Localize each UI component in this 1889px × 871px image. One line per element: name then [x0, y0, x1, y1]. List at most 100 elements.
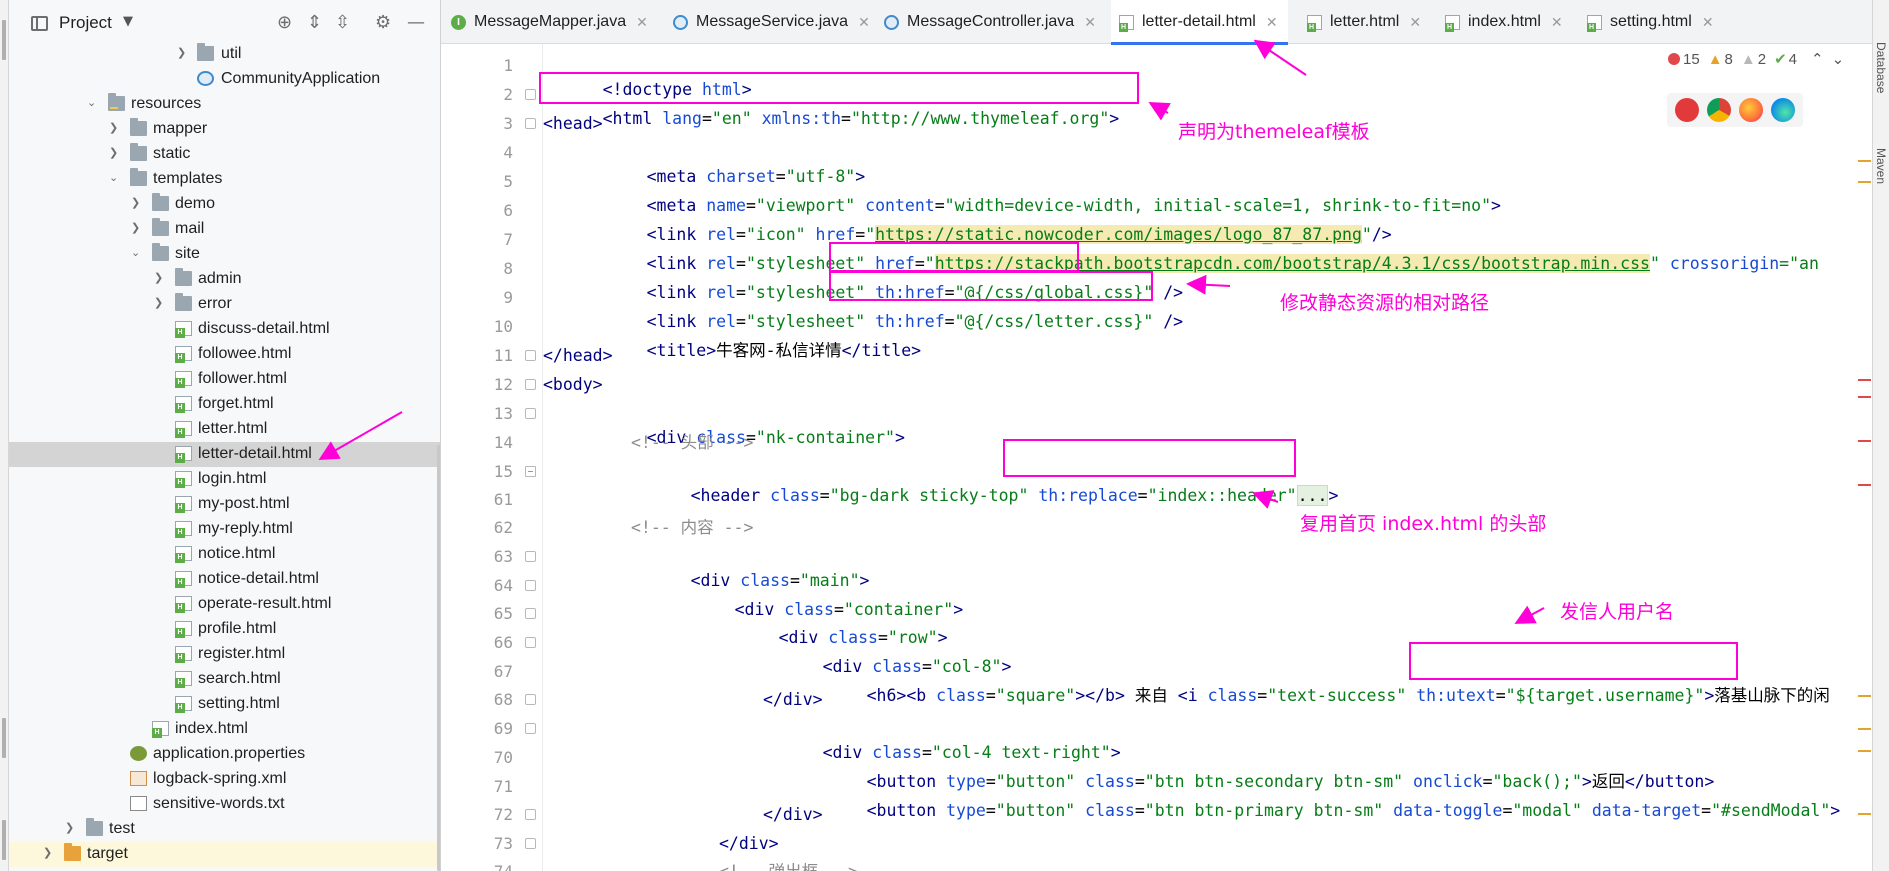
chevron-right-icon[interactable]: ❯: [109, 146, 121, 160]
warning-count[interactable]: ▲ 8: [1708, 51, 1733, 68]
chevron-down-icon[interactable]: ⌄: [131, 246, 143, 260]
firefox-icon[interactable]: [1739, 98, 1763, 122]
warning-mark[interactable]: [1858, 750, 1871, 752]
tab-letter-html[interactable]: letter.html ✕: [1307, 0, 1421, 44]
tree-item-target[interactable]: ❯ target: [9, 842, 440, 867]
warning-mark[interactable]: [1858, 181, 1871, 183]
tree-item-followee[interactable]: followee.html: [9, 342, 440, 367]
tab-messagemapper-java[interactable]: I MessageMapper.java ✕: [451, 0, 648, 44]
chevron-right-icon[interactable]: ❯: [177, 46, 189, 60]
tree-item-operate-result[interactable]: operate-result.html: [9, 592, 440, 617]
tree-item-admin[interactable]: ❯ admin: [9, 267, 440, 292]
fold-marker-icon[interactable]: [525, 350, 536, 361]
chevron-right-icon[interactable]: ❯: [154, 271, 166, 285]
tree-item-resources[interactable]: ⌄ resources: [9, 92, 440, 117]
tab-messagecontroller-java[interactable]: MessageController.java ✕: [884, 0, 1096, 44]
close-icon[interactable]: ✕: [636, 14, 648, 31]
tab-setting-html[interactable]: setting.html ✕: [1587, 0, 1714, 44]
tree-item-error[interactable]: ❯ error: [9, 292, 440, 317]
error-mark[interactable]: [1858, 484, 1871, 486]
tab-index-html[interactable]: index.html ✕: [1445, 0, 1563, 44]
tree-item-notice-detail[interactable]: notice-detail.html: [9, 567, 440, 592]
tree-item-static[interactable]: ❯ static: [9, 142, 440, 167]
weak-warning-count[interactable]: ▲ 2: [1741, 51, 1766, 68]
error-mark[interactable]: [1858, 379, 1871, 381]
bookmarks-tool-icon[interactable]: [2, 718, 6, 758]
minimize-icon[interactable]: —: [407, 12, 425, 33]
tree-item-communityapplication[interactable]: CommunityApplication: [9, 67, 440, 92]
error-mark[interactable]: [1858, 396, 1871, 398]
fold-marker-icon[interactable]: [525, 723, 536, 734]
edge-icon[interactable]: [1771, 98, 1795, 122]
tab-messageservice-java[interactable]: MessageService.java ✕: [673, 0, 870, 44]
project-title[interactable]: Project: [59, 13, 112, 33]
tree-item-my-post[interactable]: my-post.html: [9, 492, 440, 517]
gear-icon[interactable]: ⚙: [375, 12, 391, 33]
line-number-gutter[interactable]: 1 2 3 4 5 6 7 8 9 10 11 12 13 14 15 61 6…: [441, 44, 521, 871]
close-icon[interactable]: ✕: [1409, 14, 1421, 31]
collapse-all-icon[interactable]: ⇳: [335, 12, 350, 33]
folded-region[interactable]: ...: [1296, 485, 1329, 506]
error-count[interactable]: 15: [1668, 51, 1700, 68]
fold-marker-icon[interactable]: [525, 637, 536, 648]
tree-item-profile[interactable]: profile.html: [9, 617, 440, 642]
fold-marker-icon[interactable]: [525, 408, 536, 419]
tree-item-letter-detail[interactable]: letter-detail.html: [9, 442, 440, 467]
warning-mark[interactable]: [1858, 160, 1871, 162]
tree-item-notice[interactable]: notice.html: [9, 542, 440, 567]
tree-item-search[interactable]: search.html: [9, 667, 440, 692]
chevron-down-icon[interactable]: ▼: [123, 14, 133, 29]
expand-fold-icon[interactable]: [525, 466, 536, 477]
tree-item-register[interactable]: register.html: [9, 642, 440, 667]
database-tool-tab[interactable]: Database: [1874, 42, 1888, 93]
chevron-down-icon[interactable]: ⌄: [1832, 50, 1845, 68]
fold-marker-icon[interactable]: [525, 608, 536, 619]
chevron-right-icon[interactable]: ❯: [154, 296, 166, 310]
tree-item-logback-spring[interactable]: logback-spring.xml: [9, 767, 440, 792]
tree-item-follower[interactable]: follower.html: [9, 367, 440, 392]
fold-marker-icon[interactable]: [525, 580, 536, 591]
close-icon[interactable]: ✕: [858, 14, 870, 31]
close-icon[interactable]: ✕: [1551, 14, 1563, 31]
tree-item-sensitive-words[interactable]: sensitive-words.txt: [9, 792, 440, 817]
structure-tool-icon[interactable]: [2, 20, 6, 60]
tree-item-site[interactable]: ⌄ site: [9, 242, 440, 267]
chevron-down-icon[interactable]: ⌄: [109, 171, 121, 185]
tree-item-mapper[interactable]: ❯ mapper: [9, 117, 440, 142]
warning-mark[interactable]: [1858, 695, 1871, 697]
chevron-right-icon[interactable]: ❯: [65, 821, 77, 835]
tree-item-letter[interactable]: letter.html: [9, 417, 440, 442]
tree-item-my-reply[interactable]: my-reply.html: [9, 517, 440, 542]
chevron-right-icon[interactable]: ❯: [43, 846, 55, 860]
warning-mark[interactable]: [1858, 728, 1871, 730]
tree-item-templates[interactable]: ⌄ templates: [9, 167, 440, 192]
fold-marker-icon[interactable]: [525, 838, 536, 849]
chevron-up-icon[interactable]: ⌃: [1811, 50, 1824, 68]
tree-item-application-properties[interactable]: application.properties: [9, 742, 440, 767]
tree-item-util[interactable]: ❯ util: [9, 42, 440, 67]
chevron-right-icon[interactable]: ❯: [109, 121, 121, 135]
tree-item-setting[interactable]: setting.html: [9, 692, 440, 717]
chevron-right-icon[interactable]: ❯: [131, 196, 143, 210]
tree-item-mail[interactable]: ❯ mail: [9, 217, 440, 242]
error-stripe[interactable]: [1858, 44, 1872, 871]
fold-marker-icon[interactable]: [525, 551, 536, 562]
fold-marker-icon[interactable]: [525, 809, 536, 820]
jetbrains-browser-icon[interactable]: [1675, 98, 1699, 122]
close-icon[interactable]: ✕: [1702, 14, 1714, 31]
favorites-tool-icon[interactable]: [2, 820, 6, 860]
warning-mark[interactable]: [1858, 813, 1871, 815]
maven-tool-tab[interactable]: Maven: [1874, 148, 1888, 184]
chrome-icon[interactable]: [1707, 98, 1731, 122]
error-mark[interactable]: [1858, 440, 1871, 442]
inspection-widget[interactable]: 15 ▲ 8 ▲ 2 ✔ 4 ⌃ ⌄: [1668, 48, 1852, 70]
chevron-right-icon[interactable]: ❯: [131, 221, 143, 235]
tree-item-index[interactable]: index.html: [9, 717, 440, 742]
chevron-down-icon[interactable]: ⌄: [87, 96, 99, 110]
tab-letter-detail-html[interactable]: letter-detail.html ✕: [1111, 0, 1288, 45]
tree-item-test[interactable]: ❯ test: [9, 817, 440, 842]
tree-item-login[interactable]: login.html: [9, 467, 440, 492]
ok-count[interactable]: ✔ 4: [1774, 50, 1797, 69]
close-icon[interactable]: ✕: [1266, 14, 1278, 31]
expand-all-icon[interactable]: ⇕: [307, 12, 322, 33]
